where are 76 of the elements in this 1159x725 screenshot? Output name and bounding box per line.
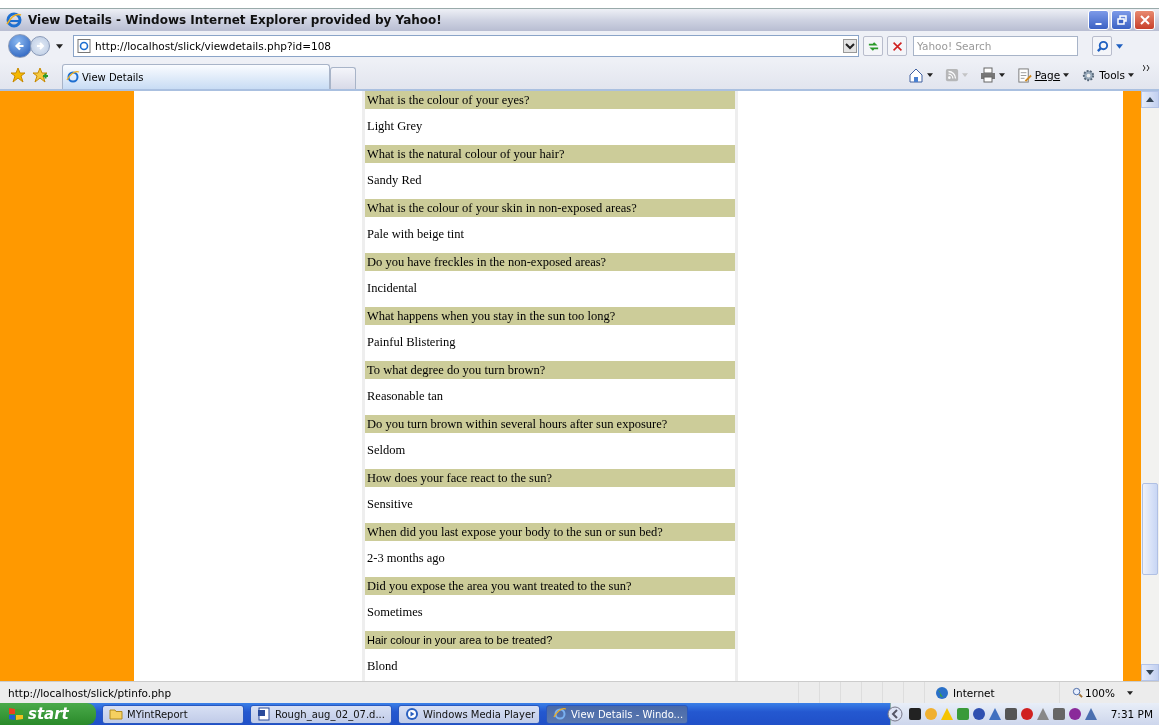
document-icon xyxy=(257,707,271,721)
page-menu-button[interactable]: Page xyxy=(1013,64,1073,86)
play-icon xyxy=(405,707,419,721)
question-label: What is the colour of your eyes? xyxy=(365,91,735,109)
question-label: To what degree do you turn brown? xyxy=(365,361,735,379)
question-label: When did you last expose your body to the sun or sun bed? xyxy=(365,523,735,541)
back-button[interactable] xyxy=(8,34,32,58)
question-label: Hair colour in your area to be treated? xyxy=(365,631,735,649)
more-commands-icon[interactable] xyxy=(1143,65,1151,71)
dropdown-icon[interactable] xyxy=(843,39,857,53)
ie-logo-icon xyxy=(553,707,567,721)
scroll-thumb[interactable] xyxy=(1142,483,1158,575)
zone-label: Internet xyxy=(953,686,995,699)
add-favorite-icon[interactable] xyxy=(32,67,48,83)
minimize-icon xyxy=(1095,23,1102,25)
globe-icon xyxy=(935,685,949,700)
printer-icon xyxy=(979,67,996,83)
search-field[interactable]: Yahoo! Search xyxy=(913,36,1078,56)
down-arrow-icon xyxy=(1146,670,1154,675)
page-icon xyxy=(1016,67,1032,83)
question-label: What happens when you stay in the sun too long? xyxy=(365,307,735,325)
up-arrow-icon xyxy=(1146,97,1154,102)
forward-arrow-icon xyxy=(34,40,46,52)
window-title: View Details - Windows Internet Explorer provided by Yahoo! xyxy=(28,13,443,27)
close-button[interactable] xyxy=(1134,10,1155,30)
windows-flag-icon xyxy=(8,706,24,722)
caret-icon xyxy=(1128,73,1134,77)
restore-button[interactable] xyxy=(1111,10,1132,30)
restore-icon xyxy=(1116,15,1127,25)
history-dropdown-icon[interactable] xyxy=(56,43,63,49)
status-text: http://localhost/slick/ptinfo.php xyxy=(8,686,173,699)
close-icon xyxy=(1139,15,1150,25)
favorites-star-icon[interactable] xyxy=(10,67,26,83)
taskbar-button[interactable]: MYintReport xyxy=(102,704,244,724)
folder-icon xyxy=(109,707,123,721)
page-icon xyxy=(77,39,91,53)
question-label: What is the colour of your skin in non-exposed areas? xyxy=(365,199,735,217)
caret-icon xyxy=(926,73,933,77)
stop-button[interactable] xyxy=(887,36,907,56)
start-button[interactable]: start xyxy=(0,703,96,725)
clock-text: 7:31 PM xyxy=(1110,708,1153,720)
caret-icon xyxy=(961,73,968,77)
scroll-up-button[interactable] xyxy=(1141,91,1159,108)
tray-icons-drawing[interactable] xyxy=(906,706,1099,722)
taskbar-button[interactable]: Rough_aug_02_07.d... xyxy=(250,704,392,724)
stop-icon xyxy=(891,40,903,52)
browser-tab[interactable]: View Details xyxy=(62,64,330,89)
gear-icon xyxy=(1081,67,1097,83)
caret-icon xyxy=(1127,690,1134,695)
vertical-scrollbar[interactable] xyxy=(1141,91,1159,681)
question-label: Did you expose the area you want treated to the sun? xyxy=(365,577,735,595)
refresh-icon xyxy=(866,39,880,53)
house-icon xyxy=(907,67,924,83)
minimize-button[interactable] xyxy=(1088,10,1109,30)
search-options-icon[interactable] xyxy=(1116,43,1123,49)
taskbar-button[interactable]: View Details - Windo... xyxy=(546,704,688,724)
ie-logo-icon xyxy=(66,70,80,84)
taskbar-button[interactable]: Windows Media Player xyxy=(398,704,540,724)
tools-menu-button[interactable]: Tools xyxy=(1078,64,1137,86)
back-arrow-icon xyxy=(13,39,27,53)
search-icon xyxy=(1095,39,1109,53)
refresh-button[interactable] xyxy=(863,36,883,56)
show-hidden-icons-button[interactable] xyxy=(886,706,903,722)
question-label: Do you have freckles in the non-exposed areas? xyxy=(365,253,735,271)
forward-button[interactable] xyxy=(30,36,50,56)
feed-icon xyxy=(944,68,959,82)
scroll-down-button[interactable] xyxy=(1141,664,1159,681)
caret-icon xyxy=(1063,73,1070,77)
ie-logo-icon xyxy=(6,12,22,28)
question-label: What is the natural colour of your hair? xyxy=(365,145,735,163)
question-label: How does your face react to the sun? xyxy=(365,469,735,487)
address-field[interactable]: http://localhost/slick/viewdetails.php?id=108 xyxy=(73,35,859,57)
question-label: Do you turn brown within several hours after sun exposure? xyxy=(365,415,735,433)
magnifier-icon xyxy=(1072,687,1083,698)
caret-icon xyxy=(998,73,1005,77)
search-button[interactable] xyxy=(1092,36,1112,56)
